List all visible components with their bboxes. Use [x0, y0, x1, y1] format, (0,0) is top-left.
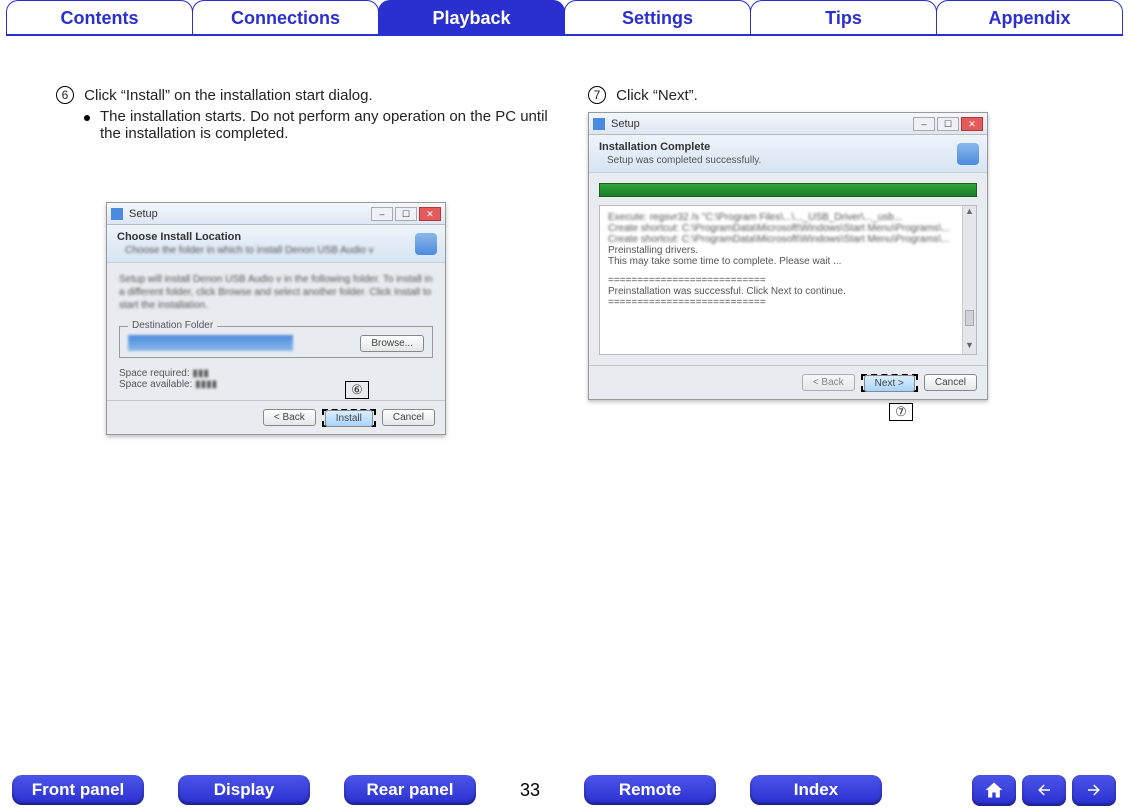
install-button[interactable]: Install: [325, 410, 373, 427]
top-tab-bar: Contents Connections Playback Settings T…: [0, 0, 1128, 36]
back-button[interactable]: < Back: [263, 409, 316, 426]
nav-remote[interactable]: Remote: [584, 775, 716, 805]
installer-window-choose-location: Setup – ☐ ✕ Choose Install Location Choo…: [106, 202, 446, 435]
installer-brand-icon: [415, 233, 437, 255]
cancel-button[interactable]: Cancel: [924, 374, 977, 391]
tab-playback[interactable]: Playback: [378, 0, 565, 36]
scrollbar[interactable]: ▲ ▼: [962, 206, 976, 354]
destination-folder-input[interactable]: [128, 335, 293, 351]
close-button[interactable]: ✕: [419, 207, 441, 221]
back-button: < Back: [802, 374, 855, 391]
nav-rear-panel[interactable]: Rear panel: [344, 775, 476, 805]
tab-appendix[interactable]: Appendix: [936, 0, 1123, 36]
minimize-button[interactable]: –: [913, 117, 935, 131]
window-icon: [593, 118, 605, 130]
step-number-6: 6: [56, 86, 74, 104]
log-line: This may take some time to complete. Ple…: [608, 256, 968, 267]
next-button-highlight: Next >: [861, 374, 918, 392]
log-sep: ===========================: [608, 297, 968, 308]
right-column: 7 Click “Next”. Setup – ☐ ✕ Installation…: [588, 86, 1090, 435]
left-column: 6 Click “Install” on the installation st…: [56, 86, 558, 435]
space-required-label: Space required:: [119, 368, 190, 379]
cancel-button[interactable]: Cancel: [382, 409, 435, 426]
log-line: Preinstallation was successful. Click Ne…: [608, 286, 968, 297]
maximize-button[interactable]: ☐: [395, 207, 417, 221]
tab-connections[interactable]: Connections: [192, 0, 379, 36]
maximize-button[interactable]: ☐: [937, 117, 959, 131]
nav-index[interactable]: Index: [750, 775, 882, 805]
step-number-7: 7: [588, 86, 606, 104]
nav-home-button[interactable]: [972, 775, 1016, 806]
callout-7: ⑦: [889, 403, 913, 421]
window-icon: [111, 208, 123, 220]
step-6-bullet: The installation starts. Do not perform …: [100, 108, 558, 142]
step-6-text: Click “Install” on the installation star…: [84, 87, 372, 104]
installer-header-title: Choose Install Location: [117, 231, 435, 243]
progress-bar: [599, 183, 977, 197]
destination-folder-label: Destination Folder: [128, 320, 217, 331]
installer-body-text: Setup will install Denon USB Audio v in …: [119, 273, 433, 312]
log-line-blurred: Create shortcut: C:\ProgramData\Microsof…: [608, 234, 968, 245]
nav-display[interactable]: Display: [178, 775, 310, 805]
install-button-highlight: Install: [322, 409, 376, 427]
space-available-label: Space available:: [119, 379, 192, 390]
installer-header-title: Installation Complete: [599, 141, 977, 153]
browse-button[interactable]: Browse...: [360, 335, 424, 352]
window-title: Setup: [129, 208, 371, 220]
nav-front-panel[interactable]: Front panel: [12, 775, 144, 805]
log-line-blurred: Execute: regsvr32 /s "C:\Program Files\.…: [608, 212, 968, 223]
home-icon: [983, 780, 1005, 800]
tab-tips[interactable]: Tips: [750, 0, 937, 36]
installer-header-sub: Setup was completed successfully.: [607, 155, 977, 166]
scroll-down-icon[interactable]: ▼: [963, 340, 976, 354]
window-title: Setup: [611, 118, 913, 130]
step-7-text: Click “Next”.: [616, 87, 698, 104]
scroll-thumb[interactable]: [965, 310, 974, 326]
installer-brand-icon: [957, 143, 979, 165]
bottom-nav: Front panel Display Rear panel 33 Remote…: [0, 768, 1128, 812]
tab-contents[interactable]: Contents: [6, 0, 193, 36]
nav-next-button[interactable]: [1072, 775, 1116, 806]
arrow-right-icon: [1083, 781, 1105, 799]
install-log: Execute: regsvr32 /s "C:\Program Files\.…: [599, 205, 977, 355]
log-line-blurred: Create shortcut: C:\ProgramData\Microsof…: [608, 223, 968, 234]
installer-window-complete: Setup – ☐ ✕ Installation Complete Setup …: [588, 112, 988, 400]
space-required-value: ▮▮▮: [192, 368, 209, 379]
minimize-button[interactable]: –: [371, 207, 393, 221]
scroll-up-icon[interactable]: ▲: [963, 206, 976, 220]
arrow-left-icon: [1033, 781, 1055, 799]
next-button[interactable]: Next >: [864, 375, 915, 392]
installer-header-sub: Choose the folder in which to install De…: [125, 245, 435, 256]
log-line: Preinstalling drivers.: [608, 245, 968, 256]
space-available-value: ▮▮▮▮: [195, 379, 217, 390]
log-sep: ===========================: [608, 275, 968, 286]
callout-6: ⑥: [345, 381, 369, 399]
bullet-dot-icon: [84, 115, 90, 121]
close-button[interactable]: ✕: [961, 117, 983, 131]
page-number: 33: [510, 780, 550, 801]
nav-prev-button[interactable]: [1022, 775, 1066, 806]
tab-settings[interactable]: Settings: [564, 0, 751, 36]
